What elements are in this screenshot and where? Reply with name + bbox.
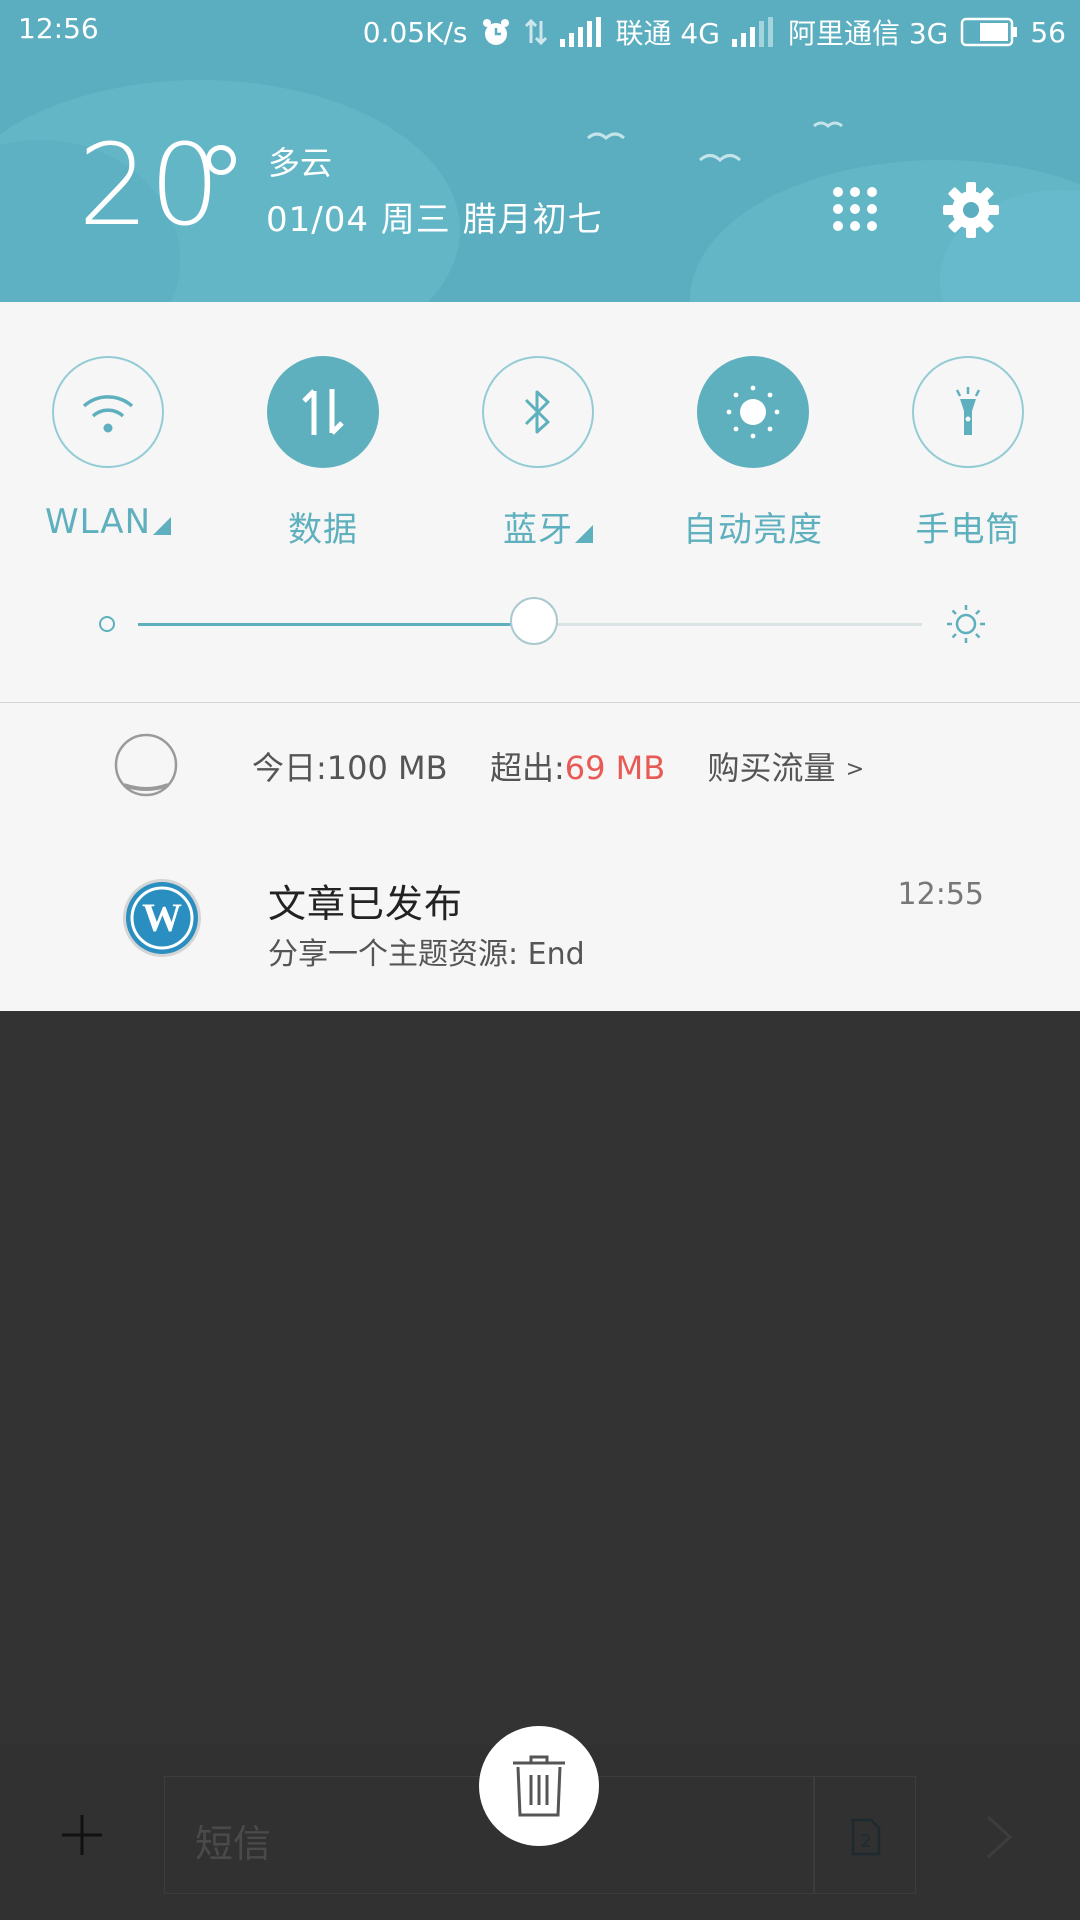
sms-placeholder: 短信 <box>195 1822 272 1866</box>
carrier-sim1: 联通 4G <box>615 17 720 50</box>
buy-arrow-icon: > <box>845 757 865 782</box>
status-bar: 12:56 0.05K/s 联通 4G 阿里通信 3G 56 <box>0 0 1080 60</box>
send-arrow-icon[interactable] <box>984 1815 1014 1859</box>
bluetooth-icon <box>524 390 550 434</box>
trash-icon <box>513 1755 565 1817</box>
auto-brightness-icon <box>726 385 780 439</box>
status-time: 12:56 <box>18 12 99 45</box>
over-value: 69 MB <box>564 749 666 787</box>
mobile-data-toggle[interactable] <box>267 356 379 468</box>
auto-brightness-label: 自动亮度 <box>683 510 823 550</box>
sim-card-icon: 2 <box>851 1818 881 1856</box>
buy-data-link[interactable]: 购买流量 <box>708 749 836 787</box>
data-transfer-icon <box>524 18 547 46</box>
wordpress-icon: W <box>123 879 201 957</box>
mobile-data-label: 数据 <box>288 510 358 550</box>
network-speed: 0.05K/s <box>362 15 468 49</box>
brightness-low-icon <box>99 616 115 632</box>
bluetooth-expand-icon[interactable] <box>575 525 593 543</box>
sim-selector[interactable]: 2 <box>814 1776 916 1894</box>
wlan-label: WLAN <box>8 502 208 542</box>
signal-icon-sim1 <box>559 17 601 47</box>
brightness-high-icon <box>947 605 985 643</box>
weather-condition: 多云 <box>268 144 333 182</box>
svg-text:W: W <box>142 895 182 940</box>
battery-level: 56 <box>1030 15 1066 49</box>
gear-icon[interactable] <box>943 182 999 238</box>
alarm-icon <box>482 19 509 45</box>
temperature[interactable]: 20 <box>78 130 221 242</box>
bluetooth-label: 蓝牙 <box>448 502 648 551</box>
carrier-sim2: 阿里通信 3G <box>787 17 949 50</box>
battery-icon <box>961 17 1018 47</box>
flashlight-label: 手电筒 <box>915 510 1021 550</box>
degree-symbol <box>206 145 236 175</box>
notification-title: 文章已发布 <box>268 882 464 926</box>
svg-text:2: 2 <box>860 1831 871 1852</box>
brightness-slider-knob[interactable] <box>510 597 558 645</box>
date-line: 01/04 周三 腊月初七 <box>266 200 603 240</box>
flashlight-toggle[interactable] <box>912 356 1024 468</box>
wlan-expand-icon[interactable] <box>153 517 172 535</box>
today-prefix: 今日: <box>252 749 327 787</box>
mobile-data-icon <box>302 389 344 435</box>
bluetooth-toggle[interactable] <box>482 356 594 468</box>
flashlight-icon <box>955 387 981 435</box>
auto-brightness-toggle[interactable] <box>697 356 809 468</box>
signal-icon-sim2 <box>731 17 773 47</box>
over-prefix: 超出: <box>489 749 565 787</box>
data-usage-text: 今日:100 MB 超出:69 MB 购买流量 > <box>252 743 864 789</box>
notification-time: 12:55 <box>897 877 984 912</box>
data-usage-gauge-icon <box>114 733 178 797</box>
brightness-slider-fill <box>138 623 530 626</box>
wlan-toggle[interactable] <box>52 356 164 468</box>
app-grid-icon[interactable] <box>832 186 878 232</box>
add-icon[interactable] <box>60 1813 104 1857</box>
clear-notifications-button[interactable] <box>479 1726 599 1846</box>
today-value: 100 MB <box>326 749 448 787</box>
data-usage-row[interactable]: 今日:100 MB 超出:69 MB 购买流量 > <box>0 703 1080 833</box>
notification-card[interactable]: W 文章已发布 分享一个主题资源: End 12:55 <box>0 833 1080 1011</box>
weather-header: 12:56 0.05K/s 联通 4G 阿里通信 3G 56 20 多云 01/… <box>0 0 1080 302</box>
wifi-icon <box>82 395 134 433</box>
notification-body: 分享一个主题资源: End <box>268 937 585 972</box>
